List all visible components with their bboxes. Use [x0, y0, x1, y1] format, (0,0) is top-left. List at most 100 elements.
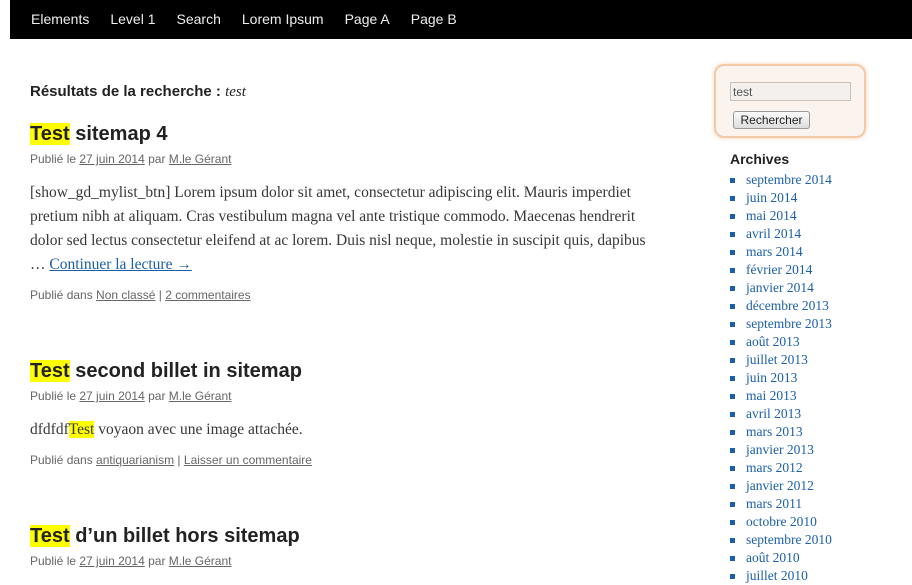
archive-link[interactable]: février 2014	[746, 262, 812, 277]
archive-link[interactable]: août 2013	[746, 334, 800, 349]
excerpt-highlight: Test	[68, 421, 95, 438]
list-item: avril 2014	[730, 225, 910, 243]
nav-item-page-a[interactable]: Page A	[333, 0, 399, 39]
meta-prefix: Publié le	[30, 152, 80, 166]
archive-link[interactable]: juin 2013	[746, 370, 797, 385]
post-title[interactable]: Test d’un billet hors sitemap	[30, 524, 300, 548]
list-item: mars 2012	[730, 459, 910, 477]
archives-widget: Archives septembre 2014 juin 2014 mai 20…	[730, 151, 910, 585]
list-item: janvier 2012	[730, 477, 910, 495]
archive-link[interactable]: mai 2013	[746, 388, 797, 403]
post-meta: Publié le 27 juin 2014 par M.le Gérant	[30, 151, 660, 167]
author-link[interactable]: M.le Gérant	[169, 554, 232, 568]
continue-reading-link[interactable]: Continuer la lecture →	[49, 256, 191, 273]
archives-title: Archives	[730, 151, 790, 167]
post-title[interactable]: Test sitemap 4	[30, 122, 660, 146]
archive-link[interactable]: août 2010	[746, 550, 800, 565]
nav-item-lorem-ipsum[interactable]: Lorem Ipsum	[230, 0, 333, 39]
archive-link[interactable]: avril 2014	[746, 226, 801, 241]
meta-prefix: Publié le	[30, 554, 80, 568]
archive-link[interactable]: juillet 2013	[746, 352, 808, 367]
category-link[interactable]: Non classé	[96, 288, 155, 302]
title-highlight: Test	[30, 360, 70, 382]
list-item: mai 2013	[730, 387, 910, 405]
list-item: juillet 2010	[730, 567, 910, 585]
list-item: août 2013	[730, 333, 910, 351]
excerpt-text: voyaon avec une image attachée.	[94, 421, 303, 438]
post-item: Test d’un billet hors sitemap Publié le …	[30, 524, 300, 569]
archive-link[interactable]: juillet 2010	[746, 568, 808, 583]
category-link[interactable]: antiquarianism	[96, 453, 174, 467]
comments-link[interactable]: Laisser un commentaire	[184, 453, 312, 467]
top-navigation: Elements Level 1 Search Lorem Ipsum Page…	[10, 0, 912, 39]
search-results-label: Résultats de la recherche :	[30, 83, 226, 100]
search-results-title: Résultats de la recherche : test	[30, 83, 660, 101]
list-item: septembre 2014	[730, 171, 910, 189]
list-item: mai 2014	[730, 207, 910, 225]
excerpt-text: dfdfdf	[30, 421, 69, 438]
list-item: juin 2014	[730, 189, 910, 207]
author-link[interactable]: M.le Gérant	[169, 152, 232, 166]
post-excerpt: dfdfdfTest voyaon avec une image attaché…	[30, 418, 312, 442]
post-date-link[interactable]: 27 juin 2014	[79, 389, 144, 403]
archive-link[interactable]: mai 2014	[746, 208, 797, 223]
archive-link[interactable]: mars 2011	[746, 496, 802, 511]
nav-item-level-1[interactable]: Level 1	[98, 0, 164, 39]
archive-link[interactable]: mars 2012	[746, 460, 803, 475]
list-item: janvier 2013	[730, 441, 910, 459]
post-date-link[interactable]: 27 juin 2014	[79, 152, 144, 166]
list-item: avril 2013	[730, 405, 910, 423]
list-item: août 2010	[730, 549, 910, 567]
nav-item-elements[interactable]: Elements	[10, 0, 98, 39]
archive-link[interactable]: mars 2014	[746, 244, 803, 259]
meta-by: par	[144, 389, 169, 403]
main-content: Résultats de la recherche : test Test si…	[30, 75, 660, 568]
archive-link[interactable]: septembre 2013	[746, 316, 832, 331]
footer-prefix: Publié dans	[30, 453, 97, 467]
list-item: février 2014	[730, 261, 910, 279]
footer-prefix: Publié dans	[30, 288, 97, 302]
nav-item-page-b[interactable]: Page B	[399, 0, 466, 39]
separator: |	[174, 453, 184, 467]
post-excerpt: [show_gd_mylist_btn] Lorem ipsum dolor s…	[30, 181, 660, 277]
list-item: octobre 2010	[730, 513, 910, 531]
post-title[interactable]: Test second billet in sitemap	[30, 359, 312, 383]
meta-prefix: Publié le	[30, 389, 80, 403]
post-footer: Publié dans antiquarianism | Laisser un …	[30, 452, 312, 468]
archive-link[interactable]: septembre 2010	[746, 532, 832, 547]
archive-link[interactable]: octobre 2010	[746, 514, 817, 529]
archives-list: septembre 2014 juin 2014 mai 2014 avril …	[730, 171, 910, 585]
list-item: juin 2013	[730, 369, 910, 387]
search-widget: Rechercher	[714, 64, 866, 138]
search-input[interactable]	[730, 82, 851, 101]
nav-item-search[interactable]: Search	[165, 0, 230, 39]
list-item: septembre 2013	[730, 315, 910, 333]
list-item: janvier 2014	[730, 279, 910, 297]
archive-link[interactable]: juin 2014	[746, 190, 797, 205]
separator: |	[155, 288, 166, 302]
archive-link[interactable]: janvier 2013	[746, 442, 814, 457]
archive-link[interactable]: janvier 2014	[746, 280, 814, 295]
list-item: juillet 2013	[730, 351, 910, 369]
title-text: d’un billet hors sitemap	[69, 525, 300, 547]
post-item: Test second billet in sitemap Publié le …	[30, 359, 312, 468]
meta-by: par	[144, 554, 169, 568]
archive-link[interactable]: septembre 2014	[746, 172, 832, 187]
list-item: mars 2014	[730, 243, 910, 261]
archive-link[interactable]: décembre 2013	[746, 298, 829, 313]
title-text: sitemap 4	[69, 123, 168, 145]
archive-link[interactable]: janvier 2012	[746, 478, 814, 493]
post-meta: Publié le 27 juin 2014 par M.le Gérant	[30, 553, 300, 569]
comments-link[interactable]: 2 commentaires	[165, 288, 250, 302]
meta-by: par	[144, 152, 169, 166]
title-highlight: Test	[30, 123, 70, 145]
post-date-link[interactable]: 27 juin 2014	[79, 554, 144, 568]
archive-link[interactable]: mars 2013	[746, 424, 803, 439]
post-meta: Publié le 27 juin 2014 par M.le Gérant	[30, 388, 312, 404]
archive-link[interactable]: avril 2013	[746, 406, 801, 421]
search-button[interactable]: Rechercher	[733, 111, 810, 129]
author-link[interactable]: M.le Gérant	[169, 389, 232, 403]
title-highlight: Test	[30, 525, 70, 547]
title-text: second billet in sitemap	[69, 360, 302, 382]
list-item: septembre 2010	[730, 531, 910, 549]
